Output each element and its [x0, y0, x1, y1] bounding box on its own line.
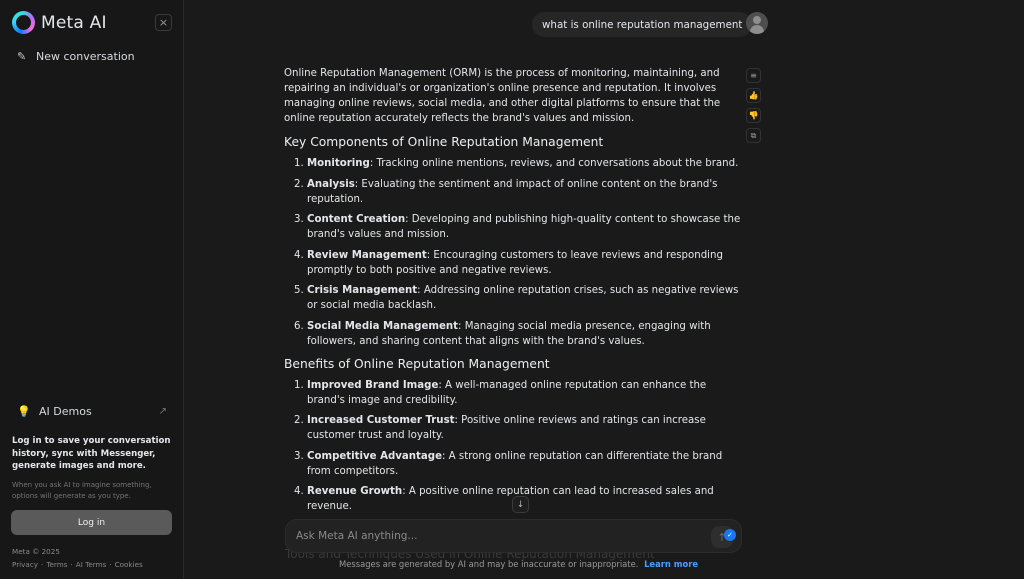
copy-icon: ⧉: [750, 130, 757, 140]
thumbs-up-button[interactable]: 👍: [746, 88, 761, 103]
sources-button[interactable]: ≡: [746, 68, 761, 83]
list-item: 4. Review Management: Encouraging custome…: [294, 248, 742, 278]
brand-name: Meta AI: [41, 12, 107, 33]
edit-icon: ✎: [17, 49, 27, 63]
footer-link-cookies[interactable]: Cookies: [115, 560, 143, 569]
item-term: Social Media Management: [307, 320, 459, 332]
list-item: 6. Social Media Management: Managing soci…: [294, 319, 742, 349]
item-term: Revenue Growth: [307, 486, 403, 497]
disclaimer-text: Messages are generated by AI and may be …: [339, 559, 639, 569]
composer: ↑: [285, 519, 742, 553]
login-prompt-title: Log in to save your conversation history…: [12, 436, 171, 471]
item-number: 3.: [294, 214, 304, 225]
copy-button[interactable]: ⧉: [746, 128, 761, 143]
scroll-to-bottom-button[interactable]: ↓: [512, 496, 529, 513]
arrow-down-icon: ↓: [516, 499, 525, 510]
list-item: 2. Analysis: Evaluating the sentiment and…: [294, 177, 742, 207]
thumbs-down-button[interactable]: 👎: [746, 108, 761, 123]
user-message-bubble: what is online reputation management: [532, 12, 753, 37]
list-item: 2. Increased Customer Trust: Positive onl…: [294, 413, 742, 443]
learn-more-link[interactable]: Learn more: [644, 559, 698, 569]
item-number: 4.: [294, 486, 304, 497]
brand[interactable]: Meta AI: [12, 11, 107, 34]
sources-icon: ≡: [750, 71, 757, 80]
footer-separator: ·: [70, 560, 73, 569]
list-item: 3. Content Creation: Developing and publi…: [294, 212, 742, 242]
new-conversation-button[interactable]: ✎ New conversation: [17, 50, 135, 63]
item-term: Increased Customer Trust: [307, 415, 455, 426]
item-number: 1.: [294, 158, 304, 169]
thumbs-down-icon: 👎: [748, 111, 759, 120]
item-number: 2.: [294, 415, 304, 426]
item-number: 4.: [294, 249, 304, 261]
item-term: Improved Brand Image: [307, 379, 439, 391]
avatar-person-icon: [753, 16, 761, 24]
close-sidebar-button[interactable]: ×: [155, 14, 172, 31]
response-intro: Online Reputation Management (ORM) is th…: [284, 68, 721, 124]
item-number: 3.: [294, 450, 304, 462]
item-term: Analysis: [307, 178, 355, 190]
copyright: Meta © 2025: [12, 547, 60, 556]
ai-demos-label: AI Demos: [39, 405, 92, 418]
item-term: Review Management: [307, 249, 427, 261]
item-number: 5.: [294, 285, 304, 296]
item-number: 2.: [294, 178, 304, 190]
list-item: 5. Crisis Management: Addressing online r…: [294, 283, 742, 313]
footer-separator: ·: [41, 560, 44, 569]
new-conversation-label: New conversation: [36, 50, 135, 63]
section-heading: Key Components of Online Reputation Mana…: [284, 135, 604, 149]
footer-link-privacy[interactable]: Privacy: [12, 560, 38, 569]
sidebar: Meta AI × ✎ New conversation 💡 AI Demos …: [0, 0, 184, 579]
item-term: Content Creation: [307, 214, 406, 225]
list-item: 3. Competitive Advantage: A strong online…: [294, 449, 742, 479]
meta-ai-logo-icon: [12, 11, 35, 34]
list-item: 1. Improved Brand Image: A well-managed o…: [294, 378, 742, 408]
disclaimer: Messages are generated by AI and may be …: [339, 559, 698, 569]
avatar-person-body: [750, 25, 764, 34]
meta-ai-app: Meta AI × ✎ New conversation 💡 AI Demos …: [0, 0, 1024, 579]
external-link-icon: ↗: [158, 406, 167, 417]
footer-link-ai-terms[interactable]: AI Terms: [76, 560, 107, 569]
footer-links: Privacy · Terms · AI Terms · Cookies: [12, 560, 143, 569]
item-text: : Evaluating the sentiment and impact of…: [307, 178, 718, 205]
assistant-response: Online Reputation Management (ORM) is th…: [284, 66, 742, 555]
check-badge-icon: ✓: [724, 529, 736, 541]
close-icon: ×: [158, 16, 169, 29]
ai-demos-link[interactable]: 💡 AI Demos ↗: [17, 405, 167, 418]
login-button[interactable]: Log in: [11, 510, 172, 535]
user-avatar[interactable]: [746, 12, 768, 34]
login-prompt-subtitle: When you ask AI to imagine something, op…: [12, 481, 152, 500]
item-term: Crisis Management: [307, 285, 418, 296]
key-components-list: 1. Monitoring: Tracking online mentions, …: [284, 156, 742, 349]
item-number: 1.: [294, 379, 304, 391]
thumbs-up-icon: 👍: [748, 91, 759, 100]
item-term: Monitoring: [307, 158, 370, 169]
item-number: 6.: [294, 320, 304, 332]
response-actions: ≡ 👍 👎 ⧉: [746, 68, 762, 148]
footer-link-terms[interactable]: Terms: [46, 560, 67, 569]
lightbulb-icon: 💡: [17, 405, 31, 418]
footer-separator: ·: [109, 560, 112, 569]
message-input[interactable]: [296, 530, 696, 542]
item-term: Competitive Advantage: [307, 450, 443, 462]
item-text: : Tracking online mentions, reviews, and…: [369, 158, 739, 169]
list-item: 1. Monitoring: Tracking online mentions, …: [294, 156, 742, 171]
section-heading: Benefits of Online Reputation Management: [284, 356, 550, 371]
